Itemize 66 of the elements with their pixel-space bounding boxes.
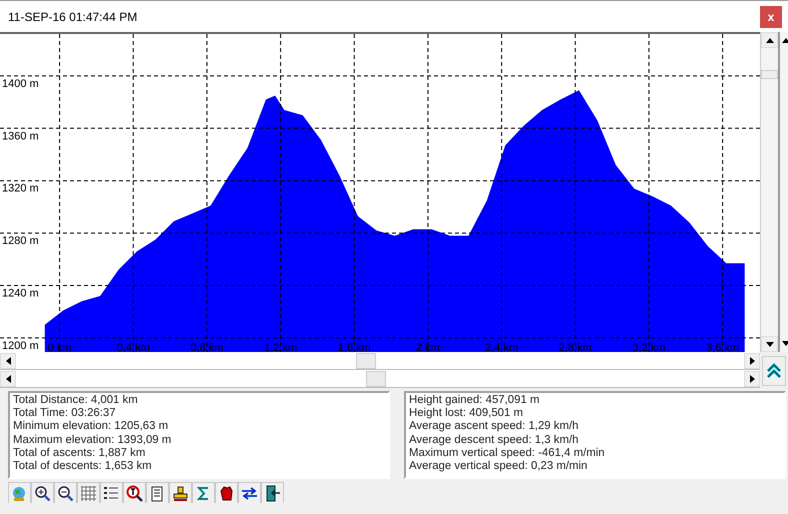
horizontal-scrollbar[interactable] <box>0 352 760 370</box>
list-icon <box>103 484 120 502</box>
stat-text: Average vertical speed: 0,23 m/min <box>409 460 588 474</box>
scrollbar-thumb[interactable] <box>356 352 376 368</box>
exit-door-icon <box>264 484 281 502</box>
x-axis-label: 2 km <box>416 342 440 354</box>
stat-text: Maximum vertical speed: -461,4 m/min <box>409 446 606 460</box>
toolbar-button[interactable] <box>54 482 77 503</box>
x-axis-label: 0,4 km <box>116 342 150 354</box>
stat-text: Average descent speed: 1,3 km/h <box>409 434 580 447</box>
glove-icon <box>218 484 235 502</box>
globe-icon <box>11 484 28 502</box>
x-axis-label: 0 km <box>48 342 72 354</box>
toolbar-button[interactable] <box>100 482 123 503</box>
left-arrow-icon[interactable] <box>6 374 10 382</box>
x-axis-label: 2,8 km <box>558 342 592 354</box>
close-button[interactable]: x <box>760 6 782 28</box>
y-axis-label: 1240 m <box>2 288 39 300</box>
zoom-in-icon <box>34 484 51 502</box>
stat-text: Height lost: 409,501 m <box>409 407 524 420</box>
collapse-button[interactable] <box>762 356 786 386</box>
horizontal-scrollbar[interactable] <box>0 370 760 388</box>
stat-text: Total of ascents: 1,887 km <box>13 446 146 460</box>
toolbar-button[interactable] <box>215 482 238 503</box>
window-title: 11-SEP-16 01:47:44 PM <box>8 8 138 26</box>
stat-text: Height gained: 457,091 m <box>409 394 540 408</box>
stat-text: Average ascent speed: 1,29 km/h <box>409 420 580 434</box>
toolbar-button[interactable] <box>169 482 192 503</box>
stat-text: Total Time: 03:26:37 <box>13 407 117 420</box>
toolbar-button[interactable] <box>146 482 169 503</box>
stat-text: Minimum elevation: 1205,63 m <box>13 420 170 434</box>
right-arrow-icon[interactable] <box>750 356 754 364</box>
right-arrow-icon[interactable] <box>750 374 754 382</box>
left-arrow-icon[interactable] <box>6 356 10 364</box>
toolbar-button[interactable] <box>31 482 54 503</box>
y-axis-label: 1200 m <box>2 340 39 352</box>
stat-text: Total of descents: 1,653 km <box>13 460 153 474</box>
toolbar-button[interactable] <box>238 482 261 503</box>
x-axis-label: 0,8 km <box>190 342 224 354</box>
stat-text: Maximum elevation: 1393,09 m <box>13 434 172 447</box>
down-arrow-icon[interactable] <box>782 341 788 346</box>
y-axis-label: 1280 m <box>2 235 39 248</box>
x-axis-label: 2,4 km <box>485 342 518 354</box>
x-axis-label: 1,6 km <box>338 342 371 354</box>
stamp-icon <box>172 484 189 502</box>
zoom-out-icon <box>57 484 74 502</box>
grid-icon <box>80 484 97 502</box>
double-chevron-up-icon <box>767 363 781 379</box>
x-axis-label: 3,6 km <box>706 342 740 354</box>
scrollbar-thumb[interactable] <box>366 370 386 386</box>
up-arrow-icon[interactable] <box>766 38 774 42</box>
stat-text: Total Distance: 4,001 km <box>13 394 139 408</box>
y-axis-label: 1360 m <box>2 130 39 142</box>
up-arrow-icon[interactable] <box>782 38 788 43</box>
y-axis-label: 1400 m <box>2 78 39 90</box>
text-search-icon <box>126 484 143 502</box>
toolbar-button[interactable] <box>123 482 146 503</box>
vertical-scrollbar[interactable] <box>778 32 788 352</box>
vertical-scrollbar[interactable] <box>760 32 778 352</box>
x-axis-label: 1,2 km <box>264 342 298 354</box>
swap-icon <box>241 484 258 502</box>
down-arrow-icon[interactable] <box>766 342 774 346</box>
x-axis-label: 3,2 km <box>632 342 666 354</box>
toolbar-button[interactable] <box>261 482 284 503</box>
scrollbar-thumb[interactable] <box>761 70 778 79</box>
y-axis-label: 1320 m <box>2 182 39 195</box>
